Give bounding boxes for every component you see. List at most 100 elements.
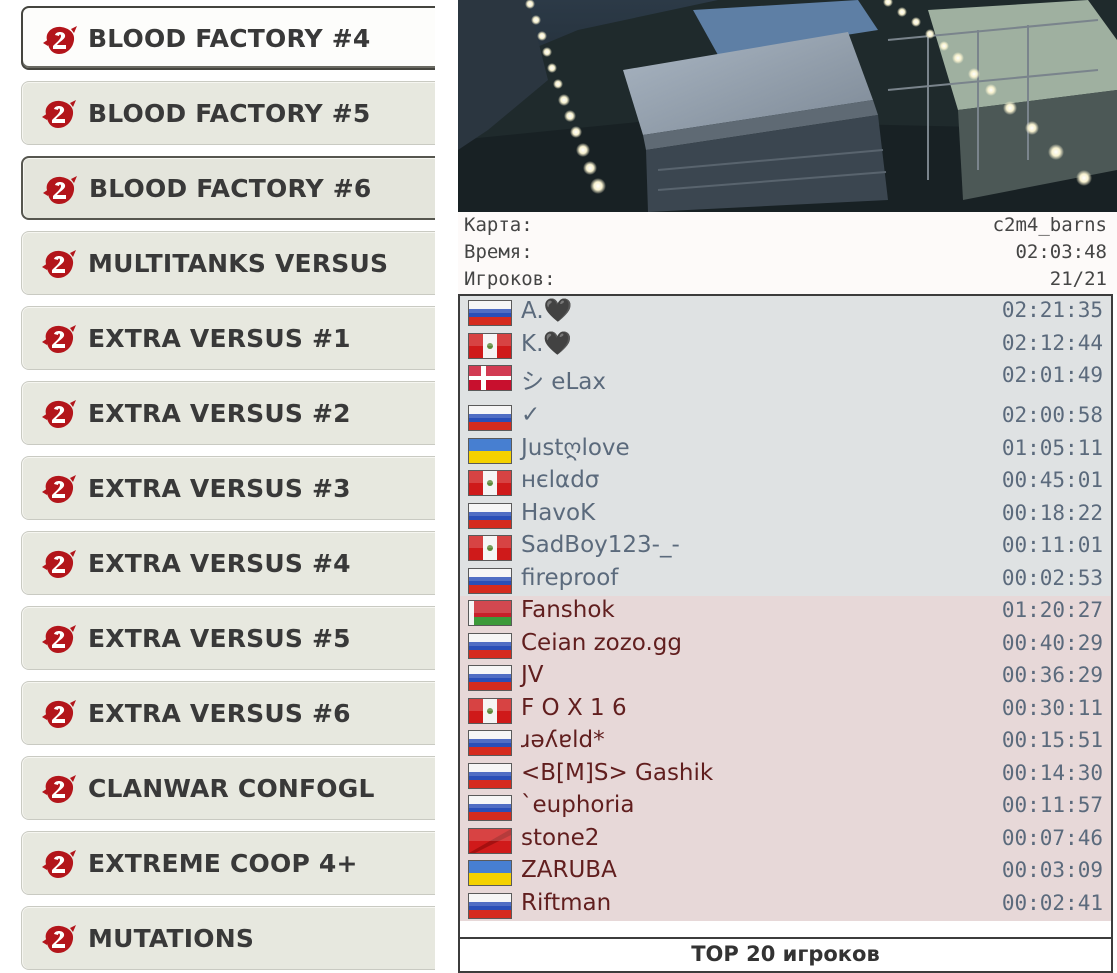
server-tab[interactable]: EXTRA VERSUS #3	[21, 456, 435, 520]
players-row: Игроков: 21/21	[464, 268, 1107, 294]
map-value: c2m4_barns	[992, 214, 1107, 236]
server-tab-label: EXTREME COOP 4+	[88, 848, 358, 878]
player-row: Justღlove 01:05:11	[460, 433, 1111, 466]
server-tab-label: EXTRA VERSUS #4	[88, 548, 351, 578]
map-row: Карта: c2m4_barns	[464, 214, 1107, 240]
map-preview-image	[458, 0, 1117, 212]
left4dead2-logo-icon	[40, 697, 78, 731]
player-row: stone2 00:07:46	[460, 823, 1111, 856]
country-flag-icon	[468, 332, 512, 359]
player-name: A.🖤	[521, 298, 573, 324]
player-row: JV 00:36:29	[460, 661, 1111, 694]
player-row: SadBoy123-_- 00:11:01	[460, 531, 1111, 564]
left4dead2-logo-icon	[41, 23, 79, 57]
player-name: <B[M]S> Gashik	[521, 759, 714, 786]
players-count-value: 21/21	[1049, 268, 1107, 290]
player-time: 00:11:57	[1001, 793, 1103, 817]
left4dead2-logo-icon	[40, 547, 78, 581]
player-time: 00:11:01	[1001, 533, 1103, 557]
country-flag-icon	[468, 470, 512, 496]
player-name: Fanshok	[521, 597, 615, 623]
country-flag-icon	[468, 567, 512, 594]
country-flag-icon	[468, 600, 512, 626]
server-tab[interactable]: MUTATIONS	[21, 906, 435, 970]
player-time: 00:02:53	[1001, 565, 1103, 590]
left4dead2-logo-icon	[41, 173, 79, 207]
player-row: Riftman 00:02:41	[460, 888, 1111, 921]
player-time: 00:14:30	[1001, 760, 1103, 785]
server-tab[interactable]: EXTRA VERSUS #2	[21, 381, 435, 445]
time-row: Время: 02:03:48	[464, 241, 1107, 267]
player-time: 02:00:58	[1001, 403, 1103, 427]
server-tab[interactable]: EXTRA VERSUS #1	[21, 306, 435, 370]
server-tab[interactable]: BLOOD FACTORY #5	[21, 81, 435, 145]
player-name: JV	[521, 662, 544, 688]
player-name: ɹǝʎɐld*	[521, 727, 605, 753]
map-label: Карта:	[464, 214, 533, 236]
server-panel: Карта: c2m4_barns Время: 02:03:48 Игроко…	[446, 0, 1117, 973]
player-name: `euphoria	[521, 792, 635, 818]
player-row: Ceian zozo.gg 00:40:29	[460, 628, 1111, 661]
server-tab-label: EXTRA VERSUS #6	[88, 698, 351, 728]
player-row: K.🖤 02:12:44	[460, 328, 1111, 361]
top-players-button[interactable]: TOP 20 игроков	[458, 937, 1113, 973]
country-flag-icon	[468, 502, 512, 529]
player-row: нєlαdσ 00:45:01	[460, 466, 1111, 499]
country-flag-icon	[468, 892, 512, 919]
country-flag-icon	[468, 437, 512, 464]
player-time: 00:36:29	[1001, 663, 1103, 687]
server-tab-label: MULTITANKS VERSUS	[88, 248, 389, 278]
player-row: ɹǝʎɐld* 00:15:51	[460, 726, 1111, 759]
player-name: ZARUBA	[521, 857, 617, 883]
server-info: Карта: c2m4_barns Время: 02:03:48 Игроко…	[458, 212, 1117, 294]
server-tab[interactable]: EXTRA VERSUS #6	[21, 681, 435, 745]
country-flag-icon	[468, 697, 512, 724]
server-tab-label: BLOOD FACTORY #4	[88, 23, 371, 53]
left4dead2-logo-icon	[40, 247, 78, 281]
left4dead2-logo-icon	[40, 397, 78, 431]
player-name: HavoK	[521, 499, 596, 526]
country-flag-icon	[468, 762, 512, 789]
player-time: 01:05:11	[1001, 435, 1103, 460]
country-flag-icon	[468, 300, 512, 326]
country-flag-icon	[468, 860, 512, 886]
player-time: 00:45:01	[1001, 468, 1103, 492]
map-scene	[458, 0, 1117, 212]
player-time: 00:07:46	[1001, 825, 1103, 850]
server-tab[interactable]: BLOOD FACTORY #6	[21, 156, 435, 220]
left4dead2-logo-icon	[40, 847, 78, 881]
left4dead2-logo-icon	[40, 472, 78, 506]
player-list: A.🖤 02:21:35 K.🖤 02:12:44 シ eLax 02:01:49 ✓ 02:…	[458, 294, 1113, 937]
server-tab-label: MUTATIONS	[88, 923, 255, 953]
player-time: 02:01:49	[1001, 363, 1103, 387]
left4dead2-logo-icon	[40, 97, 78, 131]
country-flag-icon	[468, 535, 512, 561]
player-name: stone2	[521, 824, 600, 851]
player-row: ✓ 02:00:58	[460, 401, 1111, 434]
server-tab[interactable]: EXTRA VERSUS #5	[21, 606, 435, 670]
player-time: 00:02:41	[1001, 890, 1103, 915]
player-time: 00:15:51	[1001, 728, 1103, 752]
player-row: シ eLax 02:01:49	[460, 361, 1111, 401]
country-flag-icon	[468, 665, 512, 691]
players-count-label: Игроков:	[464, 268, 556, 290]
player-row: fireproof 00:02:53	[460, 563, 1111, 596]
player-name: Justღlove	[521, 434, 630, 461]
server-tab-label: EXTRA VERSUS #2	[88, 398, 351, 428]
player-row: <B[M]S> Gashik 00:14:30	[460, 758, 1111, 791]
time-label: Время:	[464, 241, 533, 263]
server-tab[interactable]: CLANWAR CONFOGL	[21, 756, 435, 820]
player-time: 02:21:35	[1001, 298, 1103, 322]
player-time: 00:03:09	[1001, 858, 1103, 882]
player-name: F O X 1 6	[521, 694, 627, 721]
server-tab[interactable]: EXTRA VERSUS #4	[21, 531, 435, 595]
player-time: 02:12:44	[1001, 330, 1103, 355]
server-tab[interactable]: EXTREME COOP 4+	[21, 831, 435, 895]
server-tab-label: BLOOD FACTORY #5	[88, 98, 371, 128]
player-time: 00:18:22	[1001, 500, 1103, 525]
country-flag-icon	[468, 795, 512, 821]
server-tab[interactable]: BLOOD FACTORY #4	[21, 6, 435, 70]
server-tab[interactable]: MULTITANKS VERSUS	[21, 231, 435, 295]
player-row: F O X 1 6 00:30:11	[460, 693, 1111, 726]
server-tab-label: BLOOD FACTORY #6	[89, 173, 372, 203]
